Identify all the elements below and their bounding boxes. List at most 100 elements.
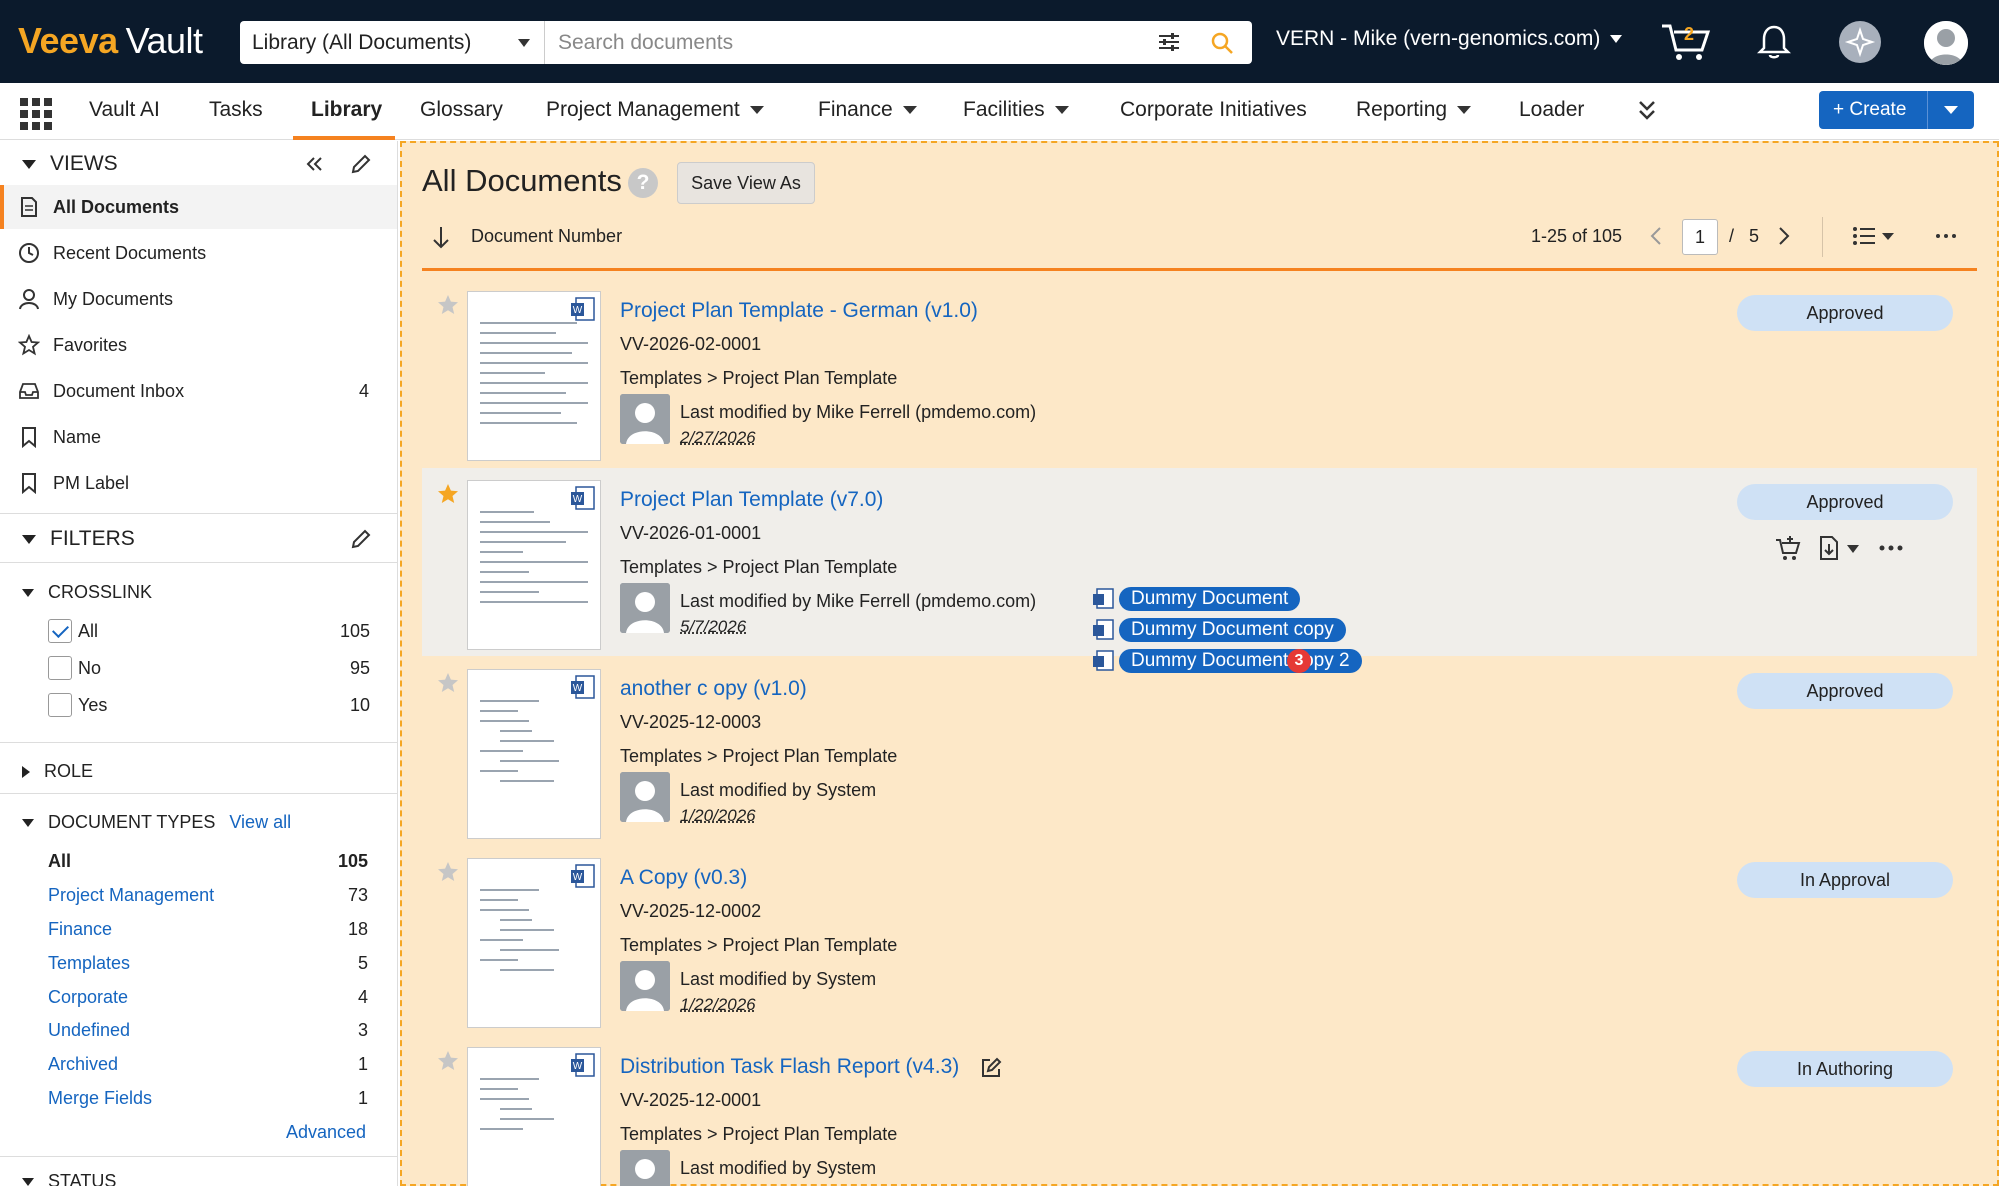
sort-direction-arrow-icon[interactable]	[431, 225, 451, 249]
nav-corporate-initiatives[interactable]: Corporate Initiatives	[1120, 98, 1307, 122]
crosslink-all-checkbox[interactable]: All 105	[48, 619, 370, 643]
nav-project-management[interactable]: Project Management	[546, 98, 764, 122]
doctype-finance[interactable]: Finance 18	[48, 919, 368, 940]
nav-vault-ai[interactable]: Vault AI	[89, 98, 160, 122]
search-icon[interactable]	[1210, 31, 1234, 55]
checkbox[interactable]	[48, 656, 72, 680]
create-dropdown-icon[interactable]	[1944, 106, 1958, 114]
save-view-as-button[interactable]: Save View As	[677, 162, 815, 204]
doctype-archived[interactable]: Archived 1	[48, 1054, 368, 1075]
crosslink-yes-checkbox[interactable]: Yes 10	[48, 693, 370, 717]
sort-field-label[interactable]: Document Number	[471, 226, 622, 247]
role-filter-header[interactable]: ROLE	[22, 761, 93, 782]
document-title-link[interactable]: A Copy (v0.3)	[620, 866, 747, 890]
nav-glossary[interactable]: Glossary	[420, 98, 503, 122]
view-all-documents[interactable]: All Documents	[0, 185, 397, 229]
last-modified-date: 2/27/2026	[680, 428, 756, 447]
document-title-link[interactable]: Project Plan Template - German (v1.0)	[620, 299, 978, 323]
search-scope-select[interactable]: Library (All Documents)	[240, 21, 545, 64]
document-row[interactable]: W Project Plan Template - German (v1.0) …	[422, 279, 1977, 467]
notifications-bell-icon[interactable]	[1757, 24, 1791, 60]
checkbox[interactable]	[48, 693, 72, 717]
document-thumbnail[interactable]: W	[467, 669, 601, 839]
view-pm-label[interactable]: PM Label	[0, 461, 397, 505]
edit-views-pencil-icon[interactable]	[350, 153, 372, 175]
document-type-path: Templates > Project Plan Template	[620, 557, 898, 577]
more-options-icon[interactable]	[1935, 223, 1957, 249]
nav-loader[interactable]: Loader	[1519, 98, 1584, 122]
view-my-documents[interactable]: My Documents	[0, 277, 397, 321]
user-icon	[620, 1150, 670, 1186]
document-thumbnail[interactable]: W	[467, 858, 601, 1028]
favorite-star-icon[interactable]	[436, 1049, 460, 1073]
more-tabs-chevron-icon[interactable]	[1636, 99, 1658, 123]
document-row[interactable]: W A Copy (v0.3) VV-2025-12-0002 Template…	[422, 846, 1977, 1034]
view-all-link[interactable]: View all	[229, 812, 291, 833]
advanced-filter-link[interactable]: Advanced	[286, 1122, 366, 1143]
inbox-icon	[19, 383, 39, 399]
vault-switcher[interactable]: VERN - Mike (vern-genomics.com)	[1276, 27, 1623, 51]
download-document-icon[interactable]	[1818, 535, 1840, 561]
list-view-icon[interactable]	[1851, 223, 1901, 249]
document-thumbnail[interactable]: W	[467, 291, 601, 461]
crosslink-no-checkbox[interactable]: No 95	[48, 656, 370, 680]
search-input[interactable]: Search documents	[545, 21, 1252, 64]
favorite-star-icon[interactable]	[436, 671, 460, 695]
nav-finance[interactable]: Finance	[818, 98, 917, 122]
collapse-sidebar-icon[interactable]	[305, 155, 323, 173]
user-avatar[interactable]	[1924, 21, 1968, 65]
document-row[interactable]: W Distribution Task Flash Report (v4.3) …	[422, 1035, 1977, 1186]
document-types-filter-header[interactable]: DOCUMENT TYPES View all	[22, 812, 291, 833]
favorite-star-icon[interactable]	[436, 860, 460, 884]
avatar	[620, 394, 670, 444]
doctype-all[interactable]: All 105	[48, 851, 368, 872]
status-badge: Approved	[1737, 484, 1953, 520]
filter-sliders-icon[interactable]	[1158, 32, 1180, 52]
doctype-undefined[interactable]: Undefined 3	[48, 1020, 368, 1041]
view-favorites[interactable]: Favorites	[0, 323, 397, 367]
star-icon	[18, 334, 40, 356]
filters-section-header[interactable]: FILTERS	[22, 527, 135, 551]
document-thumbnail[interactable]: W	[467, 480, 601, 650]
sidebar: VIEWS All Documents Recent Documents My …	[0, 141, 398, 1186]
doctype-corporate[interactable]: Corporate 4	[48, 987, 368, 1008]
word-file-icon: W	[571, 864, 595, 888]
crosslink-filter-header[interactable]: CROSSLINK	[22, 582, 152, 603]
add-to-cart-icon[interactable]	[1774, 534, 1802, 562]
chevron-down-icon	[1610, 35, 1623, 44]
nav-reporting[interactable]: Reporting	[1356, 98, 1472, 122]
nav-tasks[interactable]: Tasks	[209, 98, 263, 122]
document-title-link[interactable]: Project Plan Template (v7.0)	[620, 488, 883, 512]
user-icon	[1924, 21, 1968, 65]
document-title-link[interactable]: another c opy (v1.0)	[620, 677, 807, 701]
veeva-vault-logo[interactable]: Veeva Vault	[18, 20, 203, 64]
edit-filters-pencil-icon[interactable]	[350, 528, 372, 550]
row-more-actions-icon[interactable]	[1878, 536, 1904, 560]
doctype-project-management[interactable]: Project Management 73	[48, 885, 368, 906]
favorite-star-icon[interactable]	[436, 482, 460, 506]
app-launcher-icon[interactable]	[20, 98, 52, 130]
checkbox[interactable]	[48, 619, 72, 643]
help-icon[interactable]: ?	[628, 168, 658, 198]
vault-ai-button[interactable]	[1839, 21, 1881, 63]
document-thumbnail[interactable]: W	[467, 1047, 601, 1186]
doctype-merge-fields[interactable]: Merge Fields 1	[48, 1088, 368, 1109]
chevron-down-icon	[902, 106, 917, 115]
document-row[interactable]: W another c opy (v1.0) VV-2025-12-0003 T…	[422, 657, 1977, 845]
view-document-inbox[interactable]: Document Inbox 4	[0, 369, 397, 413]
next-page-icon[interactable]	[1777, 224, 1791, 248]
view-recent-documents[interactable]: Recent Documents	[0, 231, 397, 275]
page-number-input[interactable]: 1	[1682, 219, 1718, 255]
nav-facilities[interactable]: Facilities	[963, 98, 1069, 122]
nav-library[interactable]: Library	[311, 98, 382, 122]
create-button[interactable]: + Create	[1819, 91, 1974, 129]
views-section-header[interactable]: VIEWS	[22, 152, 118, 176]
favorite-star-icon[interactable]	[436, 293, 460, 317]
download-dropdown-icon[interactable]	[1847, 545, 1859, 553]
document-title-link[interactable]: Distribution Task Flash Report (v4.3)	[620, 1055, 959, 1079]
total-pages: 5	[1749, 226, 1760, 246]
doctype-templates[interactable]: Templates 5	[48, 953, 368, 974]
status-filter-header[interactable]: STATUS	[22, 1171, 116, 1186]
view-name[interactable]: Name	[0, 415, 397, 459]
previous-page-icon[interactable]	[1649, 224, 1663, 248]
